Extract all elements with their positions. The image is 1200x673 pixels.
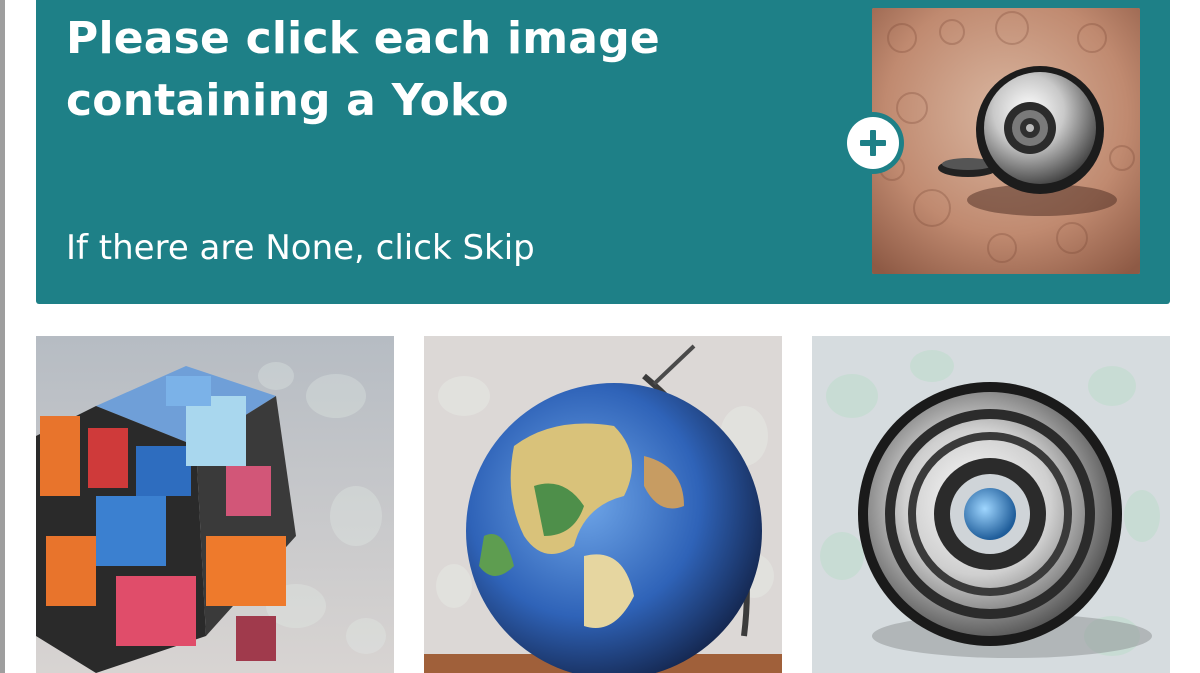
image-tile-2[interactable] (424, 336, 782, 673)
plus-icon (847, 117, 899, 169)
prompt-title: Please click each image containing a Yok… (66, 13, 660, 126)
image-tile-3[interactable] (812, 336, 1170, 673)
prompt-subtitle: If there are None, click Skip (66, 228, 535, 268)
expand-example-button[interactable] (842, 112, 904, 174)
example-image (872, 8, 1140, 274)
challenge-frame: Please click each image containing a Yok… (0, 0, 1200, 673)
frame-border (0, 0, 5, 673)
challenge-header: Please click each image containing a Yok… (36, 0, 1170, 304)
image-tile-1[interactable] (36, 336, 394, 673)
